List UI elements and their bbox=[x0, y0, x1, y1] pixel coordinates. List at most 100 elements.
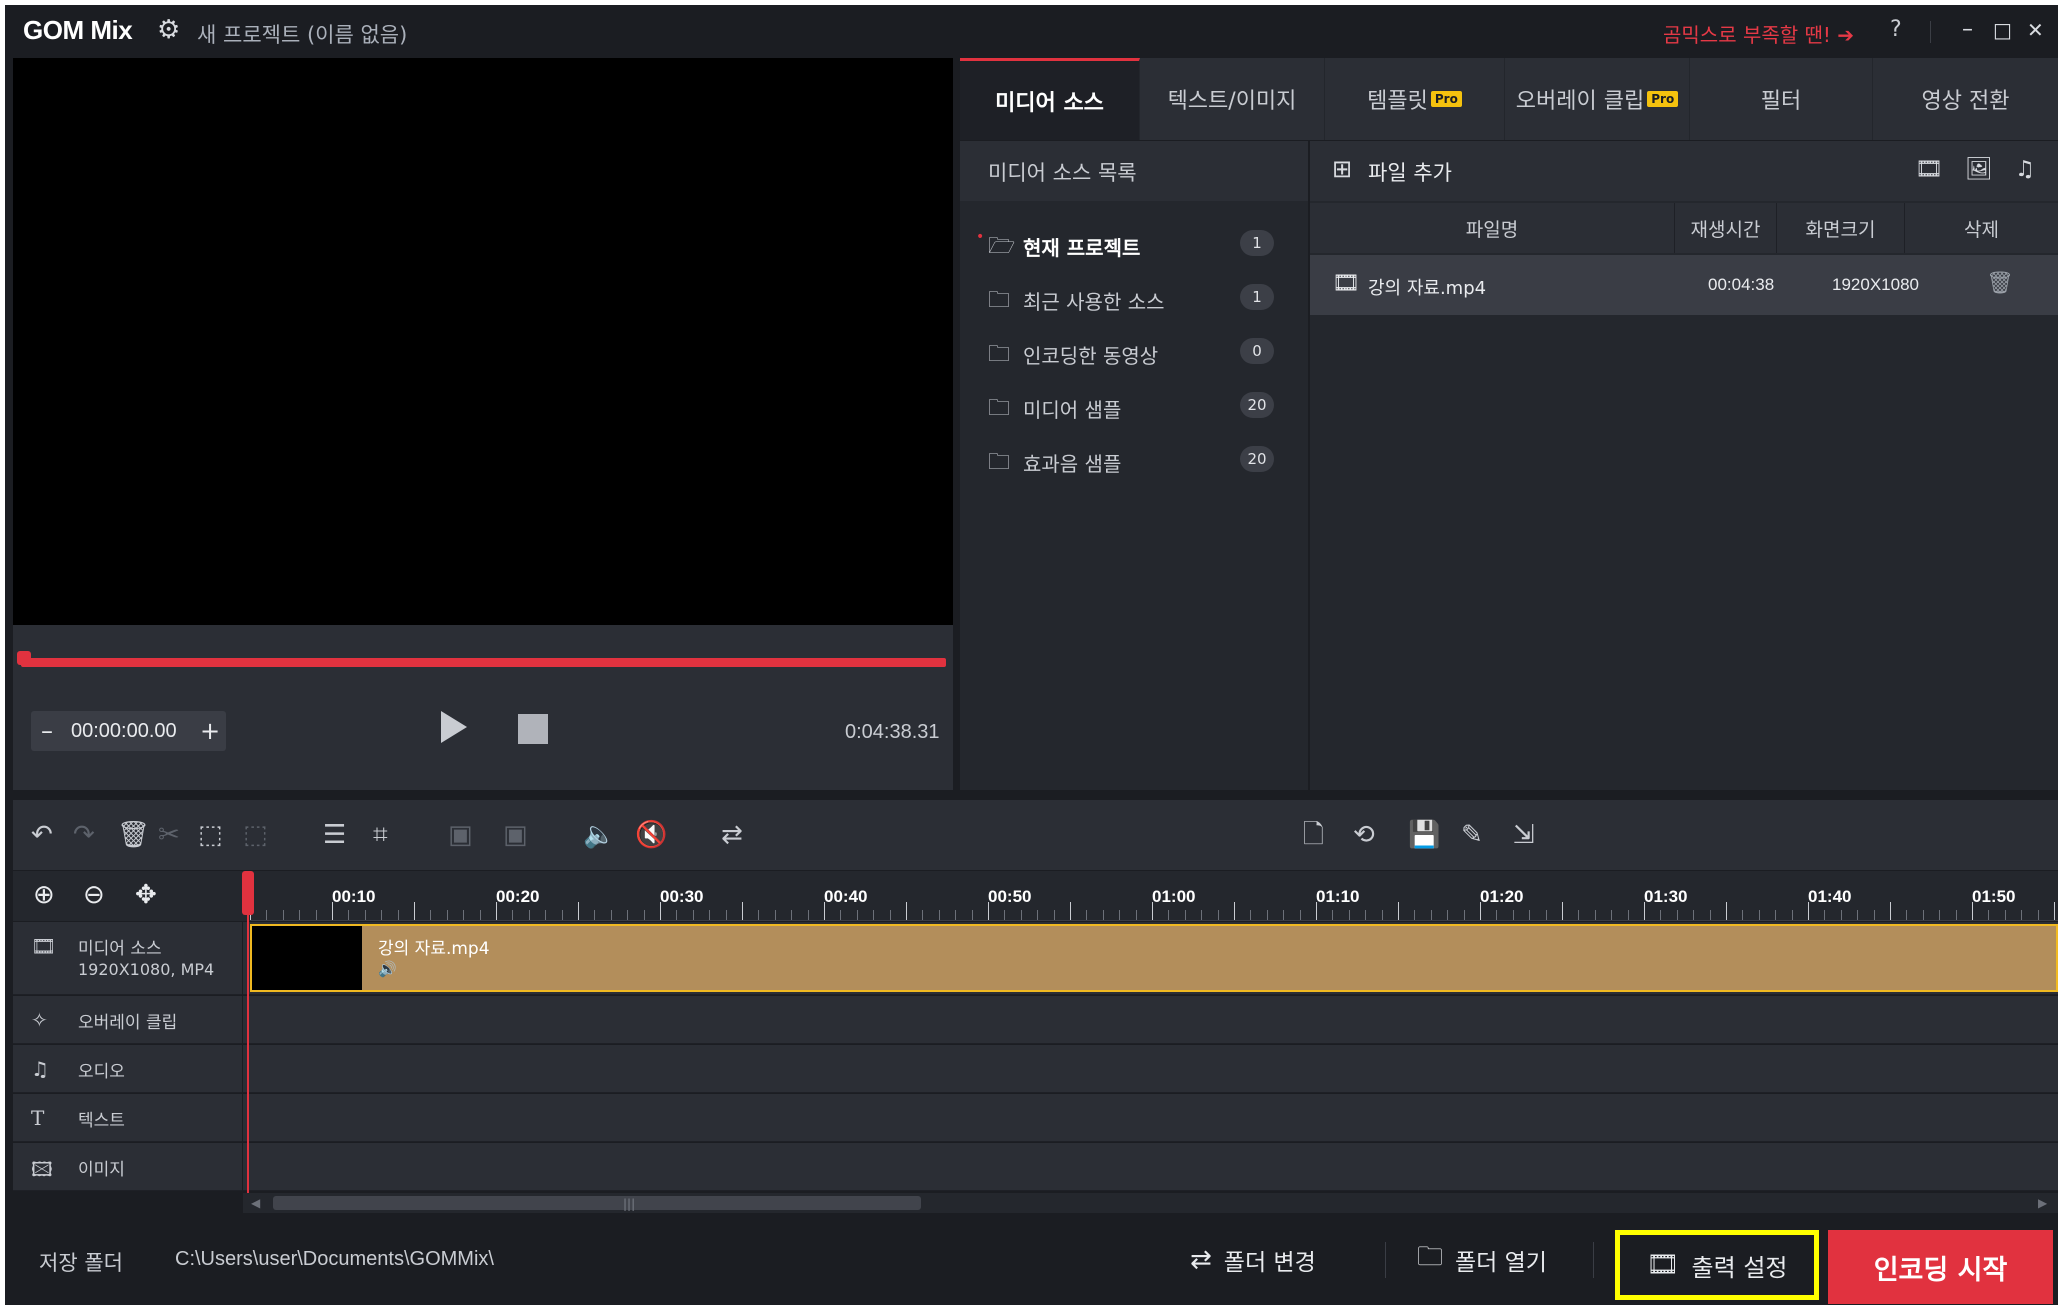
seek-handle[interactable] bbox=[17, 651, 31, 665]
timecode-plus-button[interactable]: + bbox=[197, 717, 223, 745]
ruler-tick bbox=[348, 910, 350, 920]
ruler-tick bbox=[1381, 910, 1383, 920]
new-project-icon[interactable]: 🗋 bbox=[1303, 820, 1324, 850]
track-header-audio[interactable]: ♫ 오디오 bbox=[13, 1045, 242, 1093]
scrollbar-thumb[interactable]: ||| bbox=[273, 1196, 921, 1211]
ruler-tick bbox=[1955, 910, 1957, 920]
tab-text-image[interactable]: 텍스트/이미지 bbox=[1140, 58, 1325, 140]
timeline-ruler[interactable]: 00:10 00:20 00:30 00:40 00:50 01:00 01:10 01:20… bbox=[250, 871, 2058, 921]
folder-count-badge: 1 bbox=[1240, 284, 1274, 310]
grip-icon: ||| bbox=[623, 1197, 636, 1211]
crop-icon[interactable]: ⌗ bbox=[373, 820, 388, 850]
fade-in-icon[interactable]: ▣ bbox=[448, 820, 473, 850]
track-header-overlay[interactable]: ✧ 오버레이 클립 bbox=[13, 996, 242, 1044]
move-icon[interactable]: ✥ bbox=[135, 880, 157, 910]
track-audio[interactable] bbox=[243, 1045, 2058, 1093]
output-settings-button[interactable]: 🎞 출력 설정 bbox=[1615, 1230, 1819, 1300]
redo-icon[interactable]: ↷ bbox=[73, 820, 95, 850]
scroll-left-arrow-icon[interactable]: ◀ bbox=[251, 1196, 260, 1210]
zoom-out-icon[interactable]: ⊖ bbox=[83, 880, 105, 910]
ruler-tick bbox=[1020, 910, 1022, 920]
ruler-tick bbox=[1217, 910, 1219, 920]
help-button[interactable]: ? bbox=[1890, 17, 1902, 42]
delete-icon[interactable]: 🗑 bbox=[117, 820, 150, 850]
col-resolution[interactable]: 화면크기 bbox=[1777, 203, 1905, 253]
ruler-tick bbox=[1726, 902, 1727, 920]
file-panel: ⊞ 파일 추가 🎞 🖼 ♫ 파일명 재생시간 화면크기 삭제 🎞 강의 자료.m… bbox=[1310, 141, 2058, 790]
media-clip[interactable]: 강의 자료.mp4 🔊 bbox=[250, 924, 2058, 992]
close-button[interactable]: ✕ bbox=[2027, 18, 2044, 42]
volume-icon[interactable]: 🔈 bbox=[583, 820, 615, 850]
mute-icon[interactable]: 🔇 bbox=[635, 820, 667, 850]
video-filter-icon[interactable]: 🎞 bbox=[1915, 157, 1943, 182]
gom-mix-window: GOM Mix ⚙ 새 프로젝트 (이름 없음) 곰믹스로 부족할 땐! ➔ ?… bbox=[5, 5, 2058, 1305]
settings-gear-icon[interactable]: ⚙ bbox=[157, 17, 180, 43]
open-project-icon[interactable]: ⟲ bbox=[1353, 820, 1375, 850]
track-header-text[interactable]: T 텍스트 bbox=[13, 1094, 242, 1142]
add-file-button[interactable]: 파일 추가 bbox=[1368, 157, 1452, 187]
maximize-button[interactable]: □ bbox=[1993, 18, 2012, 42]
col-duration[interactable]: 재생시간 bbox=[1675, 203, 1777, 253]
save-as-icon[interactable]: ✎ bbox=[1461, 820, 1483, 850]
stop-icon[interactable] bbox=[518, 714, 548, 744]
ruler-tick bbox=[1529, 910, 1531, 920]
export-icon[interactable]: ⇲ bbox=[1513, 820, 1535, 850]
tab-template[interactable]: 템플릿 Pro bbox=[1325, 58, 1505, 140]
ruler-tick bbox=[906, 902, 907, 920]
select-region-icon[interactable]: ⬚ bbox=[198, 820, 223, 850]
change-folder-button[interactable]: ⇄ 폴더 변경 bbox=[1190, 1231, 1316, 1289]
tab-transition[interactable]: 영상 전환 bbox=[1873, 58, 2058, 140]
file-name: 강의 자료.mp4 bbox=[1368, 278, 1487, 299]
media-source-list: 미디어 소스 목록 • 🗁 현재 프로젝트 1 🗀 최근 사용한 소스 1 🗀 … bbox=[960, 141, 1308, 790]
tab-overlay-clip[interactable]: 오버레이 클립 Pro bbox=[1505, 58, 1690, 140]
col-delete: 삭제 bbox=[1964, 218, 1999, 241]
open-folder-button[interactable]: 🗀 폴더 열기 bbox=[1417, 1231, 1547, 1289]
ruler-tick bbox=[1184, 910, 1186, 920]
minimize-button[interactable]: – bbox=[1962, 17, 1973, 42]
timecode-value[interactable]: 00:00:00.00 bbox=[71, 720, 177, 743]
cut-icon[interactable]: ✂ bbox=[158, 820, 180, 850]
tab-media-source[interactable]: 미디어 소스 bbox=[960, 58, 1140, 140]
track-label: 텍스트 bbox=[78, 1111, 125, 1131]
playhead-handle[interactable] bbox=[242, 871, 254, 915]
seek-bar[interactable] bbox=[21, 658, 946, 667]
folder-icon: 🗀 bbox=[988, 396, 1011, 421]
folder-item-media-samples[interactable]: 🗀 미디어 샘플 20 bbox=[960, 385, 1308, 425]
timeline-scrollbar[interactable]: ◀ ||| ▶ bbox=[243, 1193, 2058, 1213]
bottom-separator bbox=[1385, 1242, 1386, 1278]
folder-item-recent[interactable]: 🗀 최근 사용한 소스 1 bbox=[960, 277, 1308, 317]
col-filename[interactable]: 파일명 bbox=[1310, 203, 1675, 253]
timecode-stepper[interactable]: – 00:00:00.00 + bbox=[31, 711, 226, 751]
fade-out-icon[interactable]: ▣ bbox=[503, 820, 528, 850]
play-icon[interactable] bbox=[441, 711, 467, 743]
track-text[interactable] bbox=[243, 1094, 2058, 1142]
image-filter-icon[interactable]: 🖼 bbox=[1965, 157, 1993, 182]
track-header-media[interactable]: 🎞 미디어 소스 1920X1080, MP4 bbox=[13, 922, 242, 995]
swap-icon[interactable]: ⇄ bbox=[721, 820, 743, 850]
save-icon[interactable]: 💾 bbox=[1408, 820, 1440, 850]
audio-filter-icon[interactable]: ♫ bbox=[2015, 157, 2035, 182]
adjust-icon[interactable]: ☰ bbox=[323, 820, 346, 850]
folder-item-current-project[interactable]: • 🗁 현재 프로젝트 1 bbox=[960, 223, 1308, 263]
folder-item-sfx-samples[interactable]: 🗀 효과음 샘플 20 bbox=[960, 439, 1308, 479]
folder-item-encoded[interactable]: 🗀 인코딩한 동영상 0 bbox=[960, 331, 1308, 371]
timecode-minus-button[interactable]: – bbox=[34, 717, 60, 745]
split-icon[interactable]: ⬚ bbox=[243, 820, 268, 850]
timeline-ruler-row: ⊕ ⊖ ✥ 00:10 00:20 00:30 00:40 00:50 01:00 01:1… bbox=[13, 871, 2058, 921]
ruler-tick bbox=[1840, 910, 1842, 920]
track-header-image[interactable]: 🖾 이미지 bbox=[13, 1143, 242, 1191]
undo-icon[interactable]: ↶ bbox=[31, 820, 53, 850]
scroll-right-arrow-icon[interactable]: ▶ bbox=[2038, 1196, 2047, 1210]
tab-filter[interactable]: 필터 bbox=[1690, 58, 1873, 140]
track-image[interactable] bbox=[243, 1143, 2058, 1191]
add-file-icon[interactable]: ⊞ bbox=[1332, 155, 1352, 183]
start-encoding-button[interactable]: 인코딩 시작 bbox=[1828, 1230, 2053, 1304]
ruler-tick bbox=[709, 910, 711, 920]
track-overlay[interactable] bbox=[243, 996, 2058, 1044]
table-row[interactable]: 🎞 강의 자료.mp4 00:04:38 1920X1080 🗑 bbox=[1310, 255, 2058, 315]
promo-link[interactable]: 곰믹스로 부족할 땐! ➔ bbox=[1663, 19, 1854, 48]
ruler-tick bbox=[1348, 910, 1350, 920]
trash-icon[interactable]: 🗑 bbox=[1986, 271, 2014, 296]
folder-export-icon: 🗀 bbox=[988, 342, 1011, 367]
zoom-in-icon[interactable]: ⊕ bbox=[33, 880, 55, 910]
